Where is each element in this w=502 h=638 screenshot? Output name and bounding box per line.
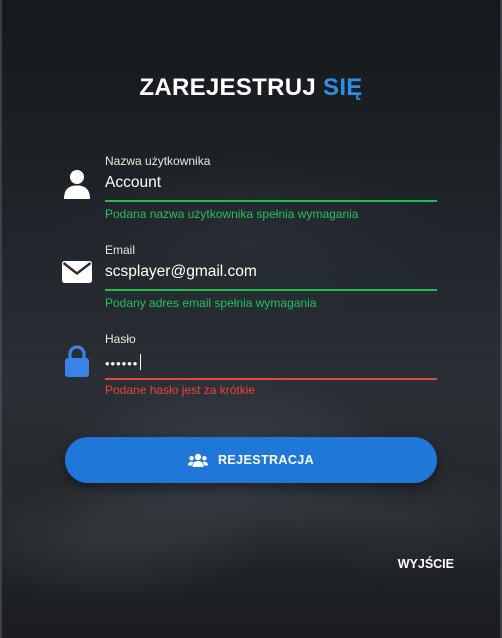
password-validation-message: Podane hasło jest za krótkie — [105, 383, 256, 397]
email-underline — [105, 289, 437, 291]
exit-button[interactable]: WYJŚCIE — [398, 557, 454, 571]
password-input[interactable]: •••••• — [105, 354, 142, 371]
page-title: ZAREJESTRUJ SIĘ — [0, 74, 502, 102]
password-underline — [105, 378, 437, 380]
password-label: Hasło — [105, 332, 136, 346]
register-button-label: REJESTRACJA — [217, 453, 315, 467]
username-underline — [105, 200, 437, 202]
password-field-group: Hasło •••••• Podane hasło jest za krótki… — [60, 332, 440, 402]
user-icon — [60, 167, 94, 201]
email-field-group: Email scsplayer@gmail.com Podany adres e… — [60, 243, 440, 313]
email-label: Email — [105, 243, 136, 257]
username-input[interactable]: Account — [105, 174, 161, 192]
lock-icon — [60, 344, 94, 378]
text-caret — [140, 354, 142, 370]
title-main: ZAREJESTRUJ — [139, 74, 317, 101]
title-accent: SIĘ — [323, 74, 363, 101]
users-icon — [187, 453, 208, 467]
envelope-icon — [60, 255, 94, 289]
email-validation-message: Podany adres email spełnia wymagania — [105, 296, 317, 310]
username-label: Nazwa użytkownika — [105, 154, 211, 168]
username-field-group: Nazwa użytkownika Account Podana nazwa u… — [60, 154, 440, 224]
register-button[interactable]: REJESTRACJA — [65, 437, 437, 483]
username-validation-message: Podana nazwa użytkownika spełnia wymagan… — [105, 207, 359, 221]
password-masked-value: •••••• — [105, 356, 139, 371]
email-input[interactable]: scsplayer@gmail.com — [105, 263, 257, 281]
